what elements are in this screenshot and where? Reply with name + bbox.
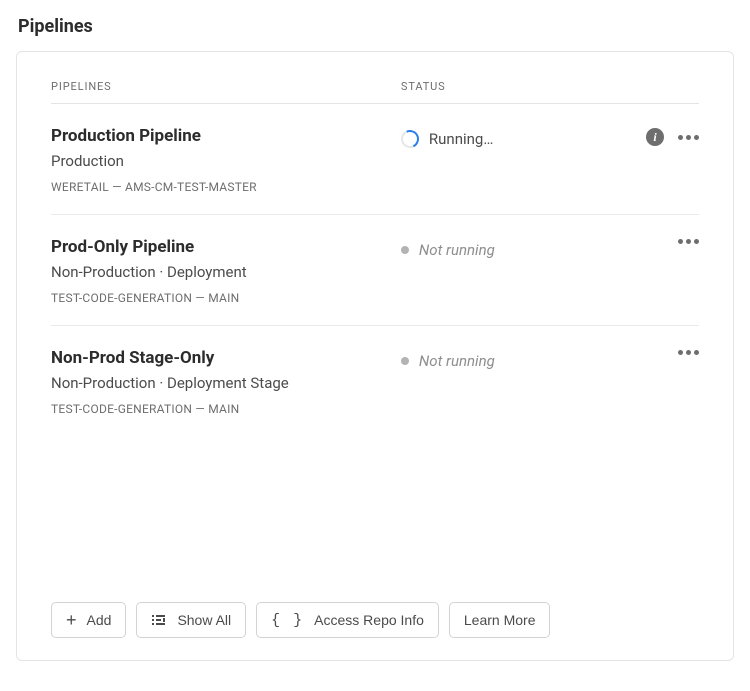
pipeline-subtitle: Non-Production · Deployment <box>51 263 401 281</box>
info-icon[interactable]: i <box>646 128 664 146</box>
pipeline-subtitle: Non-Production · Deployment Stage <box>51 374 401 392</box>
braces-icon: { } <box>271 613 304 628</box>
pipeline-name: Production Pipeline <box>51 126 401 146</box>
status-text: Running… <box>429 130 493 148</box>
table-header: PIPELINES STATUS <box>51 80 699 104</box>
pipeline-name: Non-Prod Stage-Only <box>51 348 401 368</box>
access-repo-info-button[interactable]: { } Access Repo Info <box>256 602 439 638</box>
spinner-icon <box>398 127 421 150</box>
add-button[interactable]: + Add <box>51 602 126 638</box>
add-button-label: Add <box>87 612 112 628</box>
status-text: Not running <box>419 241 495 259</box>
pipeline-meta: TEST-CODE-GENERATION — MAIN <box>51 402 401 416</box>
more-actions-icon[interactable] <box>678 350 699 355</box>
column-header-status: STATUS <box>401 80 629 93</box>
plus-icon: + <box>66 611 77 629</box>
learn-more-button-label: Learn More <box>464 612 536 628</box>
table-row: Prod-Only Pipeline Non-Production · Depl… <box>51 215 699 326</box>
more-actions-icon[interactable] <box>678 239 699 244</box>
column-header-pipelines: PIPELINES <box>51 80 401 93</box>
pipeline-name: Prod-Only Pipeline <box>51 237 401 257</box>
table-row: Non-Prod Stage-Only Non-Production · Dep… <box>51 326 699 436</box>
more-actions-icon[interactable] <box>678 135 699 140</box>
show-all-button[interactable]: Show All <box>136 602 246 638</box>
status-dot-icon <box>401 246 409 254</box>
learn-more-button[interactable]: Learn More <box>449 602 551 638</box>
show-all-icon <box>151 612 167 628</box>
page-title: Pipelines <box>18 16 734 37</box>
pipeline-meta: TEST-CODE-GENERATION — MAIN <box>51 291 401 305</box>
show-all-button-label: Show All <box>177 612 231 628</box>
pipelines-card: PIPELINES STATUS Production Pipeline Pro… <box>16 51 734 661</box>
pipeline-subtitle: Production <box>51 152 401 170</box>
status-text: Not running <box>419 352 495 370</box>
pipelines-table: PIPELINES STATUS Production Pipeline Pro… <box>51 80 699 436</box>
status-dot-icon <box>401 357 409 365</box>
table-row: Production Pipeline Production WERETAIL … <box>51 104 699 215</box>
card-footer: + Add Show All { } Access Repo Info Lear… <box>51 602 699 638</box>
pipeline-meta: WERETAIL — AMS-CM-TEST-MASTER <box>51 180 401 194</box>
access-repo-info-button-label: Access Repo Info <box>314 612 424 628</box>
